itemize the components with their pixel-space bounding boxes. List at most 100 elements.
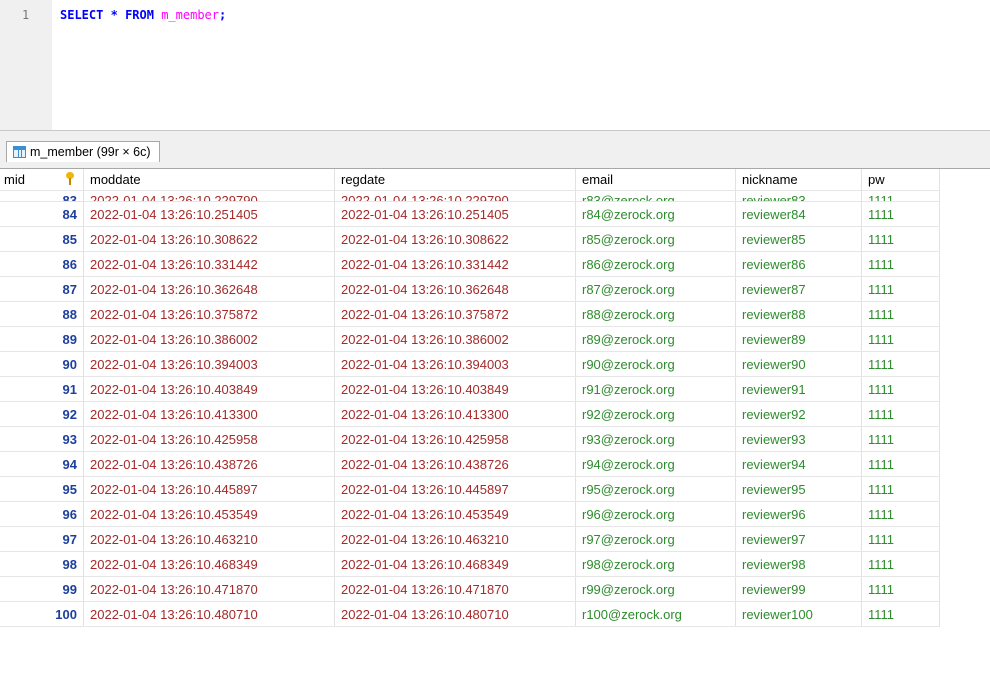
cell-pw[interactable]: 1111 [862, 252, 940, 276]
sql-query-line[interactable]: SELECT * FROM m_member; [60, 8, 226, 22]
cell-moddate[interactable]: 2022-01-04 13:26:10.425958 [84, 427, 335, 451]
column-header-nickname[interactable]: nickname [736, 169, 862, 190]
cell-email[interactable]: r88@zerock.org [576, 302, 736, 326]
cell-regdate[interactable]: 2022-01-04 13:26:10.413300 [335, 402, 576, 426]
column-header-regdate[interactable]: regdate [335, 169, 576, 190]
cell-nickname[interactable]: reviewer96 [736, 502, 862, 526]
cell-pw[interactable]: 1111 [862, 402, 940, 426]
cell-nickname[interactable]: reviewer89 [736, 327, 862, 351]
cell-moddate[interactable]: 2022-01-04 13:26:10.375872 [84, 302, 335, 326]
cell-mid[interactable]: 89 [0, 327, 84, 351]
table-row[interactable]: 97 2022-01-04 13:26:10.463210 2022-01-04 1… [0, 527, 940, 552]
table-row[interactable]: 100 2022-01-04 13:26:10.480710 2022-01-04 … [0, 602, 940, 627]
table-row[interactable]: 92 2022-01-04 13:26:10.413300 2022-01-04 1… [0, 402, 940, 427]
cell-pw[interactable]: 1111 [862, 452, 940, 476]
cell-email[interactable]: r83@zerock.org [576, 191, 736, 201]
cell-moddate[interactable]: 2022-01-04 13:26:10.413300 [84, 402, 335, 426]
cell-regdate[interactable]: 2022-01-04 13:26:10.453549 [335, 502, 576, 526]
cell-pw[interactable]: 1111 [862, 277, 940, 301]
cell-email[interactable]: r98@zerock.org [576, 552, 736, 576]
cell-pw[interactable]: 1111 [862, 377, 940, 401]
cell-mid[interactable]: 98 [0, 552, 84, 576]
cell-mid[interactable]: 93 [0, 427, 84, 451]
table-row[interactable]: 90 2022-01-04 13:26:10.394003 2022-01-04 1… [0, 352, 940, 377]
cell-regdate[interactable]: 2022-01-04 13:26:10.425958 [335, 427, 576, 451]
cell-mid[interactable]: 84 [0, 202, 84, 226]
cell-regdate[interactable]: 2022-01-04 13:26:10.308622 [335, 227, 576, 251]
column-header-moddate[interactable]: moddate [84, 169, 335, 190]
cell-pw[interactable]: 1111 [862, 502, 940, 526]
cell-regdate[interactable]: 2022-01-04 13:26:10.331442 [335, 252, 576, 276]
cell-email[interactable]: r84@zerock.org [576, 202, 736, 226]
table-row[interactable]: 98 2022-01-04 13:26:10.468349 2022-01-04 1… [0, 552, 940, 577]
cell-pw[interactable]: 1111 [862, 427, 940, 451]
cell-nickname[interactable]: reviewer94 [736, 452, 862, 476]
cell-moddate[interactable]: 2022-01-04 13:26:10.386002 [84, 327, 335, 351]
table-row[interactable]: 89 2022-01-04 13:26:10.386002 2022-01-04 1… [0, 327, 940, 352]
cell-email[interactable]: r90@zerock.org [576, 352, 736, 376]
cell-pw[interactable]: 1111 [862, 577, 940, 601]
cell-email[interactable]: r99@zerock.org [576, 577, 736, 601]
table-row[interactable]: 93 2022-01-04 13:26:10.425958 2022-01-04 1… [0, 427, 940, 452]
cell-email[interactable]: r93@zerock.org [576, 427, 736, 451]
cell-moddate[interactable]: 2022-01-04 13:26:10.480710 [84, 602, 335, 626]
cell-moddate[interactable]: 2022-01-04 13:26:10.229790 [84, 191, 335, 201]
cell-moddate[interactable]: 2022-01-04 13:26:10.445897 [84, 477, 335, 501]
cell-email[interactable]: r89@zerock.org [576, 327, 736, 351]
cell-mid[interactable]: 97 [0, 527, 84, 551]
cell-regdate[interactable]: 2022-01-04 13:26:10.394003 [335, 352, 576, 376]
cell-email[interactable]: r85@zerock.org [576, 227, 736, 251]
cell-pw[interactable]: 1111 [862, 327, 940, 351]
cell-moddate[interactable]: 2022-01-04 13:26:10.362648 [84, 277, 335, 301]
cell-email[interactable]: r96@zerock.org [576, 502, 736, 526]
cell-email[interactable]: r92@zerock.org [576, 402, 736, 426]
cell-email[interactable]: r95@zerock.org [576, 477, 736, 501]
cell-nickname[interactable]: reviewer97 [736, 527, 862, 551]
cell-pw[interactable]: 1111 [862, 227, 940, 251]
cell-moddate[interactable]: 2022-01-04 13:26:10.251405 [84, 202, 335, 226]
cell-nickname[interactable]: reviewer85 [736, 227, 862, 251]
cell-mid[interactable]: 91 [0, 377, 84, 401]
cell-mid[interactable]: 90 [0, 352, 84, 376]
cell-nickname[interactable]: reviewer100 [736, 602, 862, 626]
cell-mid[interactable]: 96 [0, 502, 84, 526]
cell-email[interactable]: r97@zerock.org [576, 527, 736, 551]
cell-mid[interactable]: 92 [0, 402, 84, 426]
cell-nickname[interactable]: reviewer92 [736, 402, 862, 426]
cell-regdate[interactable]: 2022-01-04 13:26:10.375872 [335, 302, 576, 326]
cell-regdate[interactable]: 2022-01-04 13:26:10.438726 [335, 452, 576, 476]
cell-nickname[interactable]: reviewer87 [736, 277, 862, 301]
cell-moddate[interactable]: 2022-01-04 13:26:10.394003 [84, 352, 335, 376]
cell-regdate[interactable]: 2022-01-04 13:26:10.468349 [335, 552, 576, 576]
cell-moddate[interactable]: 2022-01-04 13:26:10.471870 [84, 577, 335, 601]
cell-pw[interactable]: 1111 [862, 191, 940, 201]
cell-regdate[interactable]: 2022-01-04 13:26:10.229790 [335, 191, 576, 201]
cell-nickname[interactable]: reviewer93 [736, 427, 862, 451]
cell-nickname[interactable]: reviewer99 [736, 577, 862, 601]
table-row[interactable]: 96 2022-01-04 13:26:10.453549 2022-01-04 1… [0, 502, 940, 527]
cell-nickname[interactable]: reviewer88 [736, 302, 862, 326]
sql-editor[interactable]: 1 SELECT * FROM m_member; [0, 0, 990, 131]
table-row[interactable]: 88 2022-01-04 13:26:10.375872 2022-01-04 1… [0, 302, 940, 327]
table-row[interactable]: 84 2022-01-04 13:26:10.251405 2022-01-04 1… [0, 202, 940, 227]
cell-pw[interactable]: 1111 [862, 302, 940, 326]
cell-email[interactable]: r87@zerock.org [576, 277, 736, 301]
cell-nickname[interactable]: reviewer83 [736, 191, 862, 201]
cell-nickname[interactable]: reviewer91 [736, 377, 862, 401]
cell-mid[interactable]: 83 [0, 191, 84, 201]
cell-mid[interactable]: 88 [0, 302, 84, 326]
column-header-mid[interactable]: mid [0, 169, 84, 190]
table-row[interactable]: 87 2022-01-04 13:26:10.362648 2022-01-04 1… [0, 277, 940, 302]
cell-moddate[interactable]: 2022-01-04 13:26:10.403849 [84, 377, 335, 401]
cell-nickname[interactable]: reviewer98 [736, 552, 862, 576]
table-row[interactable]: 86 2022-01-04 13:26:10.331442 2022-01-04 1… [0, 252, 940, 277]
cell-mid[interactable]: 86 [0, 252, 84, 276]
table-row-partial[interactable]: 83 2022-01-04 13:26:10.229790 2022-01-04… [0, 191, 940, 202]
cell-moddate[interactable]: 2022-01-04 13:26:10.453549 [84, 502, 335, 526]
cell-regdate[interactable]: 2022-01-04 13:26:10.445897 [335, 477, 576, 501]
cell-mid[interactable]: 87 [0, 277, 84, 301]
column-header-pw[interactable]: pw [862, 169, 940, 190]
cell-moddate[interactable]: 2022-01-04 13:26:10.438726 [84, 452, 335, 476]
cell-regdate[interactable]: 2022-01-04 13:26:10.362648 [335, 277, 576, 301]
cell-regdate[interactable]: 2022-01-04 13:26:10.471870 [335, 577, 576, 601]
